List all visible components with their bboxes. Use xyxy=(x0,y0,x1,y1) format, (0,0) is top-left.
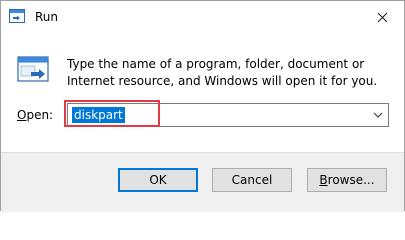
browse-text: rowse... xyxy=(327,173,375,187)
run-icon xyxy=(17,56,49,82)
open-input-selected-text[interactable]: diskpart xyxy=(72,107,125,123)
dropdown-button[interactable] xyxy=(368,104,388,126)
close-icon xyxy=(377,12,387,22)
dialog-description: Type the name of a program, folder, docu… xyxy=(67,57,378,88)
cancel-button[interactable]: Cancel xyxy=(212,168,292,192)
browse-button[interactable]: Browse... xyxy=(307,168,387,192)
browse-accel: B xyxy=(319,173,328,187)
window-title: Run xyxy=(35,10,59,24)
chevron-down-icon xyxy=(373,112,383,118)
button-bar: OK Cancel Browse... xyxy=(1,152,404,212)
open-combobox[interactable]: diskpart xyxy=(67,103,389,127)
open-label-text: pen: xyxy=(26,108,54,122)
title-bar[interactable]: Run xyxy=(1,1,404,34)
open-label: Open: xyxy=(17,108,53,122)
ok-button[interactable]: OK xyxy=(118,168,198,192)
close-button[interactable] xyxy=(360,1,404,33)
dialog-body: Type the name of a program, folder, docu… xyxy=(1,34,404,154)
run-app-icon xyxy=(9,9,25,23)
run-dialog: Run Type the name of a program, folder, … xyxy=(0,0,405,212)
